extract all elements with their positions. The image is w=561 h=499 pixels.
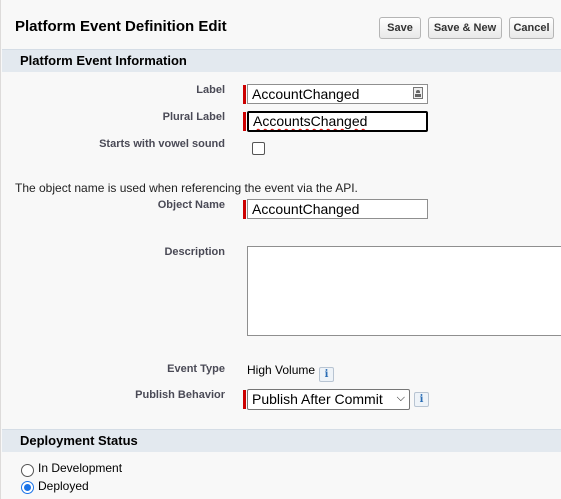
- event-type-field-label: Event Type: [167, 363, 225, 375]
- info-icon[interactable]: i: [319, 367, 334, 382]
- label-input[interactable]: AccountChanged: [247, 84, 428, 104]
- info-icon[interactable]: i: [414, 392, 429, 407]
- object-name-field-label: Object Name: [157, 199, 225, 211]
- description-textarea[interactable]: [247, 246, 561, 336]
- vowel-sound-field-label: Starts with vowel sound: [99, 138, 225, 150]
- required-indicator: [243, 112, 246, 131]
- lookup-icon[interactable]: [413, 87, 423, 99]
- required-indicator: [243, 85, 246, 104]
- page-header: Platform Event Definition Edit Save Save…: [1, 0, 561, 46]
- label-field-label: Label: [196, 84, 225, 96]
- radio-in-development-label[interactable]: In Development: [38, 461, 122, 475]
- page-title: Platform Event Definition Edit: [15, 18, 227, 35]
- section-title: Deployment Status: [20, 433, 138, 448]
- required-indicator: [243, 200, 246, 219]
- radio-deployed-label[interactable]: Deployed: [38, 479, 89, 493]
- event-type-value: High Volume: [247, 363, 316, 377]
- radio-in-development[interactable]: [21, 464, 34, 477]
- radio-deployed[interactable]: [21, 481, 34, 494]
- edit-page: Platform Event Definition Edit Save Save…: [0, 0, 561, 499]
- description-field-label: Description: [164, 246, 225, 258]
- section-header-deployment-status: Deployment Status: [2, 429, 561, 452]
- plural-label-input-value: AccountsChanged: [253, 113, 368, 129]
- publish-behavior-selected: Publish After Commit: [252, 391, 383, 407]
- save-and-new-button[interactable]: Save & New: [428, 17, 502, 39]
- cancel-button[interactable]: Cancel: [509, 17, 554, 39]
- section-title: Platform Event Information: [20, 53, 187, 68]
- publish-behavior-select[interactable]: Publish After Commit ⌵: [247, 389, 410, 410]
- chevron-down-icon: ⌵: [396, 392, 405, 404]
- save-button[interactable]: Save: [379, 17, 421, 39]
- vowel-sound-checkbox[interactable]: [252, 142, 265, 155]
- publish-behavior-field-label: Publish Behavior: [135, 389, 225, 401]
- object-name-input[interactable]: AccountChanged: [247, 199, 428, 219]
- label-input-value: AccountChanged: [252, 86, 360, 102]
- object-name-help-text: The object name is used when referencing…: [15, 181, 358, 195]
- section-header-platform-event-information: Platform Event Information: [2, 49, 561, 72]
- required-indicator: [243, 390, 246, 409]
- plural-label-field-label: Plural Label: [162, 111, 225, 123]
- object-name-input-value: AccountChanged: [252, 201, 360, 217]
- plural-label-input[interactable]: AccountsChanged: [247, 111, 428, 132]
